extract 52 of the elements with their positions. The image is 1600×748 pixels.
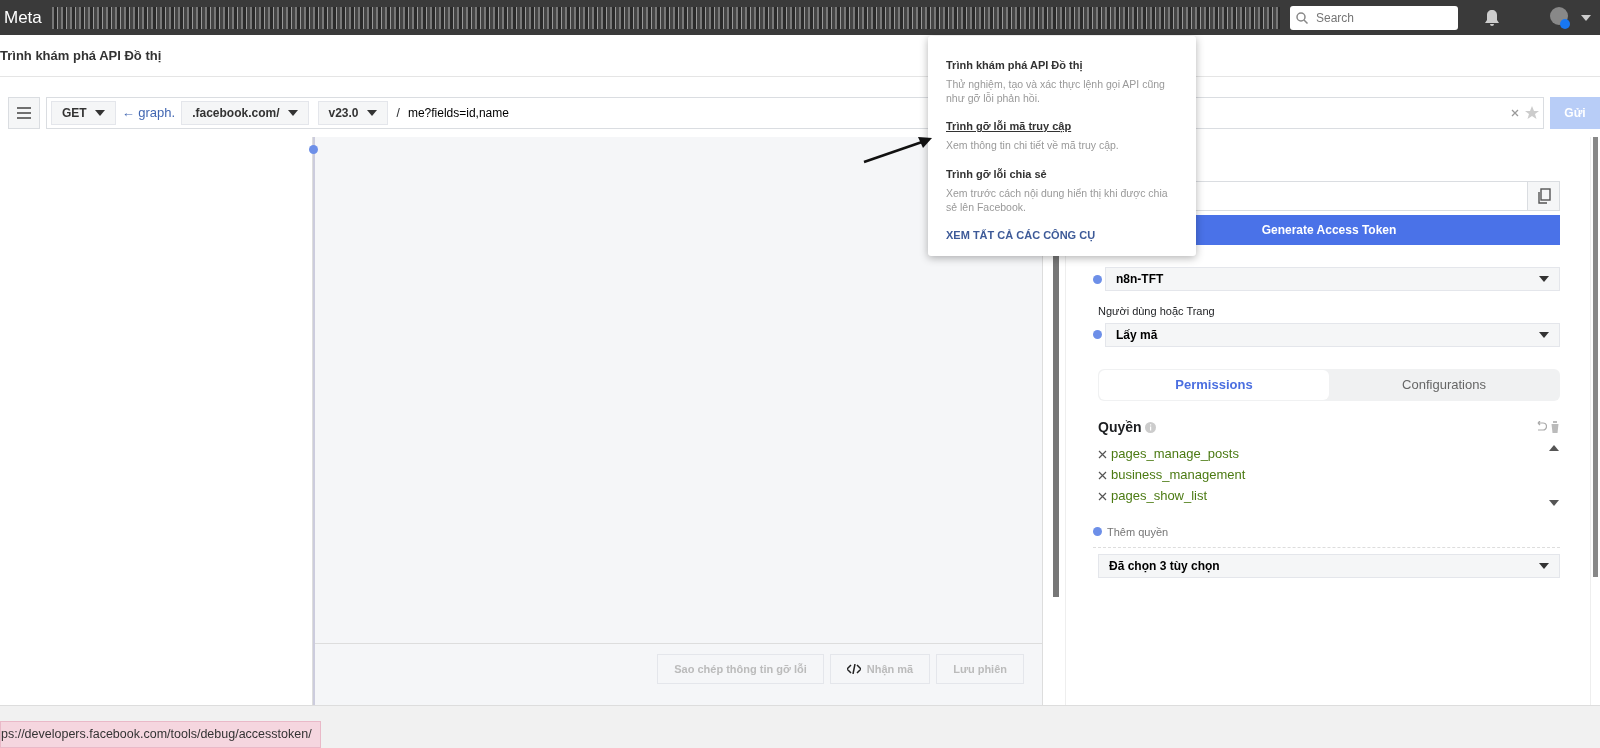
permission-tag: pages_show_list [1111, 486, 1208, 506]
method-select[interactable]: GET [51, 101, 116, 125]
handle-dot[interactable] [1093, 330, 1102, 339]
handle-dot[interactable] [1093, 527, 1102, 537]
tab[interactable]: Configurations [1329, 369, 1559, 400]
section-title: Quyền [1098, 417, 1142, 437]
code-icon [846, 664, 861, 674]
menu-icon [17, 107, 31, 119]
copy-icon[interactable] [1536, 188, 1551, 204]
menu-description: Xem thông tin chi tiết về mã truy cập. [946, 139, 1120, 153]
caret-icon [366, 110, 377, 116]
arrow-annotation [862, 136, 934, 164]
menu-description: Xem trước cách nội dung hiển thị khi được chia sẻ lên Facebook. [946, 186, 1169, 215]
host-prefix: ← graph. [121, 104, 176, 123]
link-preview: ps://developers.facebook.com/tools/debug/accesstoken/ [0, 721, 321, 748]
caret-icon[interactable] [1580, 13, 1592, 22]
menu-button[interactable] [8, 97, 40, 129]
bell-icon[interactable] [1484, 8, 1500, 27]
close-icon[interactable] [1098, 470, 1107, 480]
caret-icon [1539, 563, 1549, 569]
close-icon[interactable] [1098, 449, 1107, 459]
caret-up-icon[interactable] [1548, 443, 1560, 452]
search-field[interactable]: Search [1290, 5, 1458, 30]
trash-icon[interactable] [1550, 421, 1560, 433]
tab[interactable]: Permissions [1099, 369, 1329, 400]
close-icon[interactable] [1098, 491, 1107, 501]
domain-select[interactable]: .facebook.com/ [181, 101, 309, 125]
caret-icon [1539, 276, 1549, 282]
summary-select[interactable]: Đã chọn 3 tùy chọn [1098, 554, 1560, 578]
permission-tag: pages_manage_posts [1111, 444, 1239, 464]
user-select[interactable]: Lấy mã [1105, 322, 1560, 347]
scrollbar-thumb[interactable] [1593, 137, 1598, 577]
logo[interactable]: Meta [4, 4, 42, 31]
see-all-link[interactable]: XEM TẤT CẢ CÁC CÔNG CỤ [946, 229, 1096, 242]
caret-icon[interactable] [1548, 498, 1560, 507]
permission-tag: business_management [1111, 465, 1246, 485]
version-select[interactable]: v23.0 [317, 101, 388, 125]
handle-dot[interactable] [1093, 274, 1102, 284]
app-select[interactable]: n8n-TFT [1105, 267, 1560, 291]
handle-dot[interactable] [309, 145, 318, 154]
undo-icon[interactable] [1535, 421, 1547, 433]
search-icon [1296, 11, 1308, 24]
info-icon [1144, 421, 1156, 433]
star-icon[interactable] [1525, 106, 1539, 120]
menu-item[interactable]: Trình gỡ lỗi chia sẻ [946, 165, 1047, 183]
path-separator: / [396, 105, 400, 122]
caret-icon [287, 110, 298, 116]
caret-icon [94, 110, 105, 116]
caret-icon [1539, 331, 1549, 338]
field-label: Người dùng hoặc Trang [1098, 304, 1216, 319]
avatar-icon[interactable] [1550, 6, 1570, 29]
menu-item[interactable]: Trình khám phá API Đồ thị [946, 57, 1083, 74]
